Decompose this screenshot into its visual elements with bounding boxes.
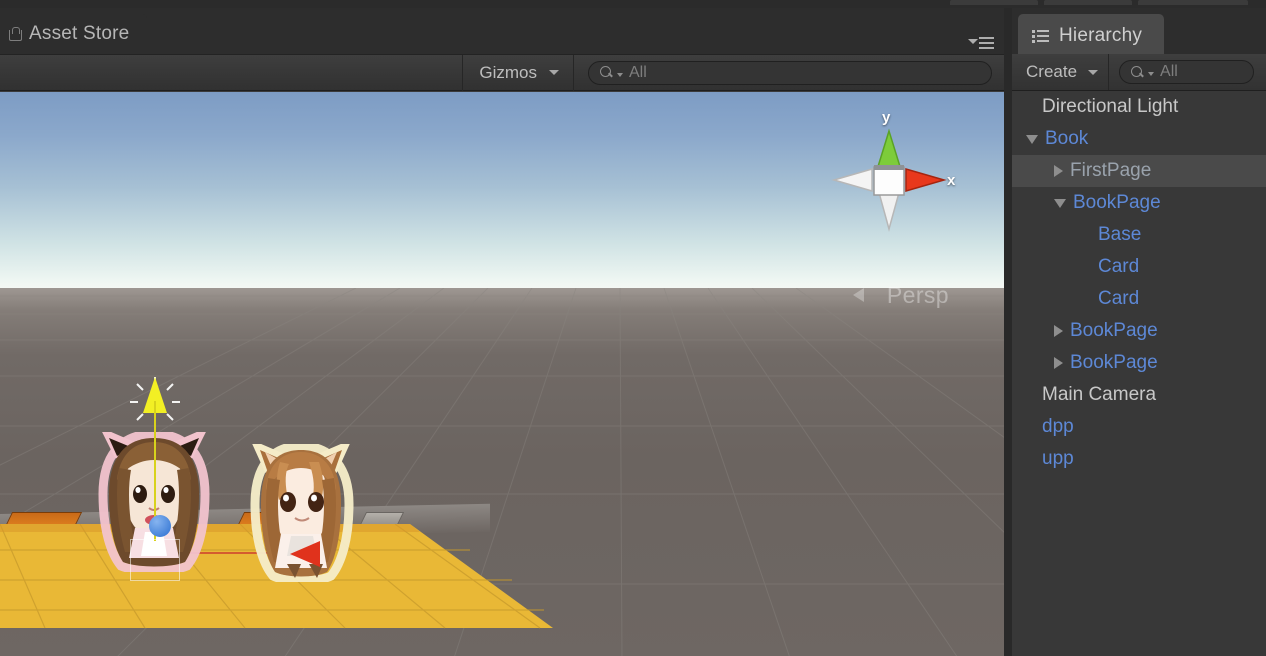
scene-viewport[interactable]: y x Persp (0, 92, 1004, 656)
hierarchy-search-input[interactable]: All (1119, 60, 1254, 84)
hierarchy-item-upp[interactable]: upp (1012, 443, 1266, 475)
gizmos-dropdown-button[interactable]: Gizmos (462, 54, 574, 91)
gizmo-cube-top (874, 165, 904, 170)
chevron-right-icon[interactable] (1054, 165, 1063, 177)
hierarchy-item-label: dpp (1042, 416, 1074, 437)
no-toggle-spacer (1082, 299, 1091, 300)
gizmos-label: Gizmos (479, 62, 537, 82)
scene-orientation-gizmo[interactable]: y x (814, 107, 964, 242)
gizmo-center-cube (873, 166, 905, 196)
unity-editor-window: Asset Store Gizmos All y x Persp Hierarc… (0, 0, 1266, 656)
no-toggle-spacer (1026, 427, 1035, 428)
hierarchy-item-label: Book (1045, 128, 1089, 149)
hierarchy-item-label: BookPage (1073, 192, 1161, 213)
hierarchy-item-label: Directional Light (1042, 96, 1179, 117)
move-tool-center-handle[interactable] (149, 515, 171, 537)
no-toggle-spacer (1082, 267, 1091, 268)
hierarchy-tree[interactable]: Directional Light Book FirstPage BookPage Ba… (1012, 91, 1266, 656)
chevron-down-icon (1148, 72, 1155, 76)
hierarchy-item-bookpage[interactable]: BookPage (1012, 347, 1266, 379)
hierarchy-item-bookpage[interactable]: BookPage (1012, 315, 1266, 347)
chevron-down-icon (968, 39, 978, 44)
chevron-down-icon[interactable] (1054, 198, 1066, 208)
hamburger-lines-icon (979, 37, 994, 52)
hierarchy-item-directional-light[interactable]: Directional Light (1012, 91, 1266, 123)
hierarchy-item-label: FirstPage (1070, 160, 1152, 181)
scene-search-value: All (629, 63, 647, 81)
hierarchy-item-bookpage[interactable]: BookPage (1012, 187, 1266, 219)
store-icon (8, 26, 22, 42)
no-toggle-spacer (1082, 235, 1091, 236)
hierarchy-item-label: Card (1098, 256, 1140, 277)
hierarchy-item-label: Card (1098, 288, 1140, 309)
chevron-right-icon[interactable] (1054, 357, 1063, 369)
scene-tab-bar: Asset Store (0, 8, 1004, 54)
chevron-down-icon (549, 70, 559, 75)
chevron-down-icon (1088, 69, 1099, 75)
hierarchy-item-dpp[interactable]: dpp (1012, 411, 1266, 443)
hierarchy-item-label: upp (1042, 448, 1074, 469)
scene-dock: Asset Store Gizmos All y x Persp (0, 8, 1004, 656)
hierarchy-tab-bar: Hierarchy (1012, 8, 1266, 58)
hierarchy-toolbar: Create All (1012, 54, 1266, 91)
scene-search-input[interactable]: All (588, 60, 992, 85)
hierarchy-item-label: Base (1098, 224, 1142, 245)
create-dropdown-button[interactable]: Create (1012, 54, 1110, 90)
chevron-down-icon[interactable] (1026, 134, 1038, 144)
tab-hierarchy[interactable]: Hierarchy (1018, 14, 1165, 58)
tab-hierarchy-label: Hierarchy (1059, 25, 1143, 46)
hierarchy-item-label: Main Camera (1042, 384, 1157, 405)
no-toggle-spacer (1026, 459, 1035, 460)
tab-asset-store-label: Asset Store (29, 23, 130, 44)
hierarchy-list-icon (1032, 29, 1049, 43)
hierarchy-item-base[interactable]: Base (1012, 219, 1266, 251)
docked-tabs-strip-cut-off (0, 0, 1266, 8)
x-axis-label: x (947, 172, 956, 189)
scene-view-toolbar: Gizmos All (0, 54, 1004, 91)
hierarchy-item-book[interactable]: Book (1012, 123, 1266, 155)
search-icon (1131, 65, 1144, 79)
tab-asset-store[interactable]: Asset Store (0, 14, 148, 54)
hierarchy-item-label: BookPage (1070, 320, 1158, 341)
x-axis-arrow-handle[interactable] (290, 541, 320, 567)
no-toggle-spacer (1026, 107, 1035, 108)
no-toggle-spacer (1026, 395, 1035, 396)
persp-toggle-arrow-icon (853, 288, 864, 302)
panel-options-icon[interactable] (968, 35, 994, 49)
hierarchy-item-card[interactable]: Card (1012, 251, 1266, 283)
y-axis-label: y (882, 109, 891, 126)
neg-x-axis-cone (831, 168, 873, 192)
chevron-down-icon (617, 72, 623, 77)
ghost-tab-3 (1138, 0, 1248, 5)
chevron-right-icon[interactable] (1054, 325, 1063, 337)
ghost-tab-1 (950, 0, 1038, 5)
hierarchy-item-label: BookPage (1070, 352, 1158, 373)
hierarchy-item-main-camera[interactable]: Main Camera (1012, 379, 1266, 411)
selection-bounds-box (130, 539, 180, 581)
projection-mode-label[interactable]: Persp (887, 282, 949, 309)
hierarchy-dock: Hierarchy Create All Directional Light Bo… (1012, 8, 1266, 656)
ghost-tab-2 (1044, 0, 1132, 5)
create-label: Create (1026, 62, 1078, 81)
hierarchy-item-card[interactable]: Card (1012, 283, 1266, 315)
hierarchy-search-value: All (1160, 63, 1178, 80)
hierarchy-item-firstpage[interactable]: FirstPage (1012, 155, 1266, 187)
x-axis-cone (905, 168, 947, 192)
search-icon (600, 66, 613, 79)
